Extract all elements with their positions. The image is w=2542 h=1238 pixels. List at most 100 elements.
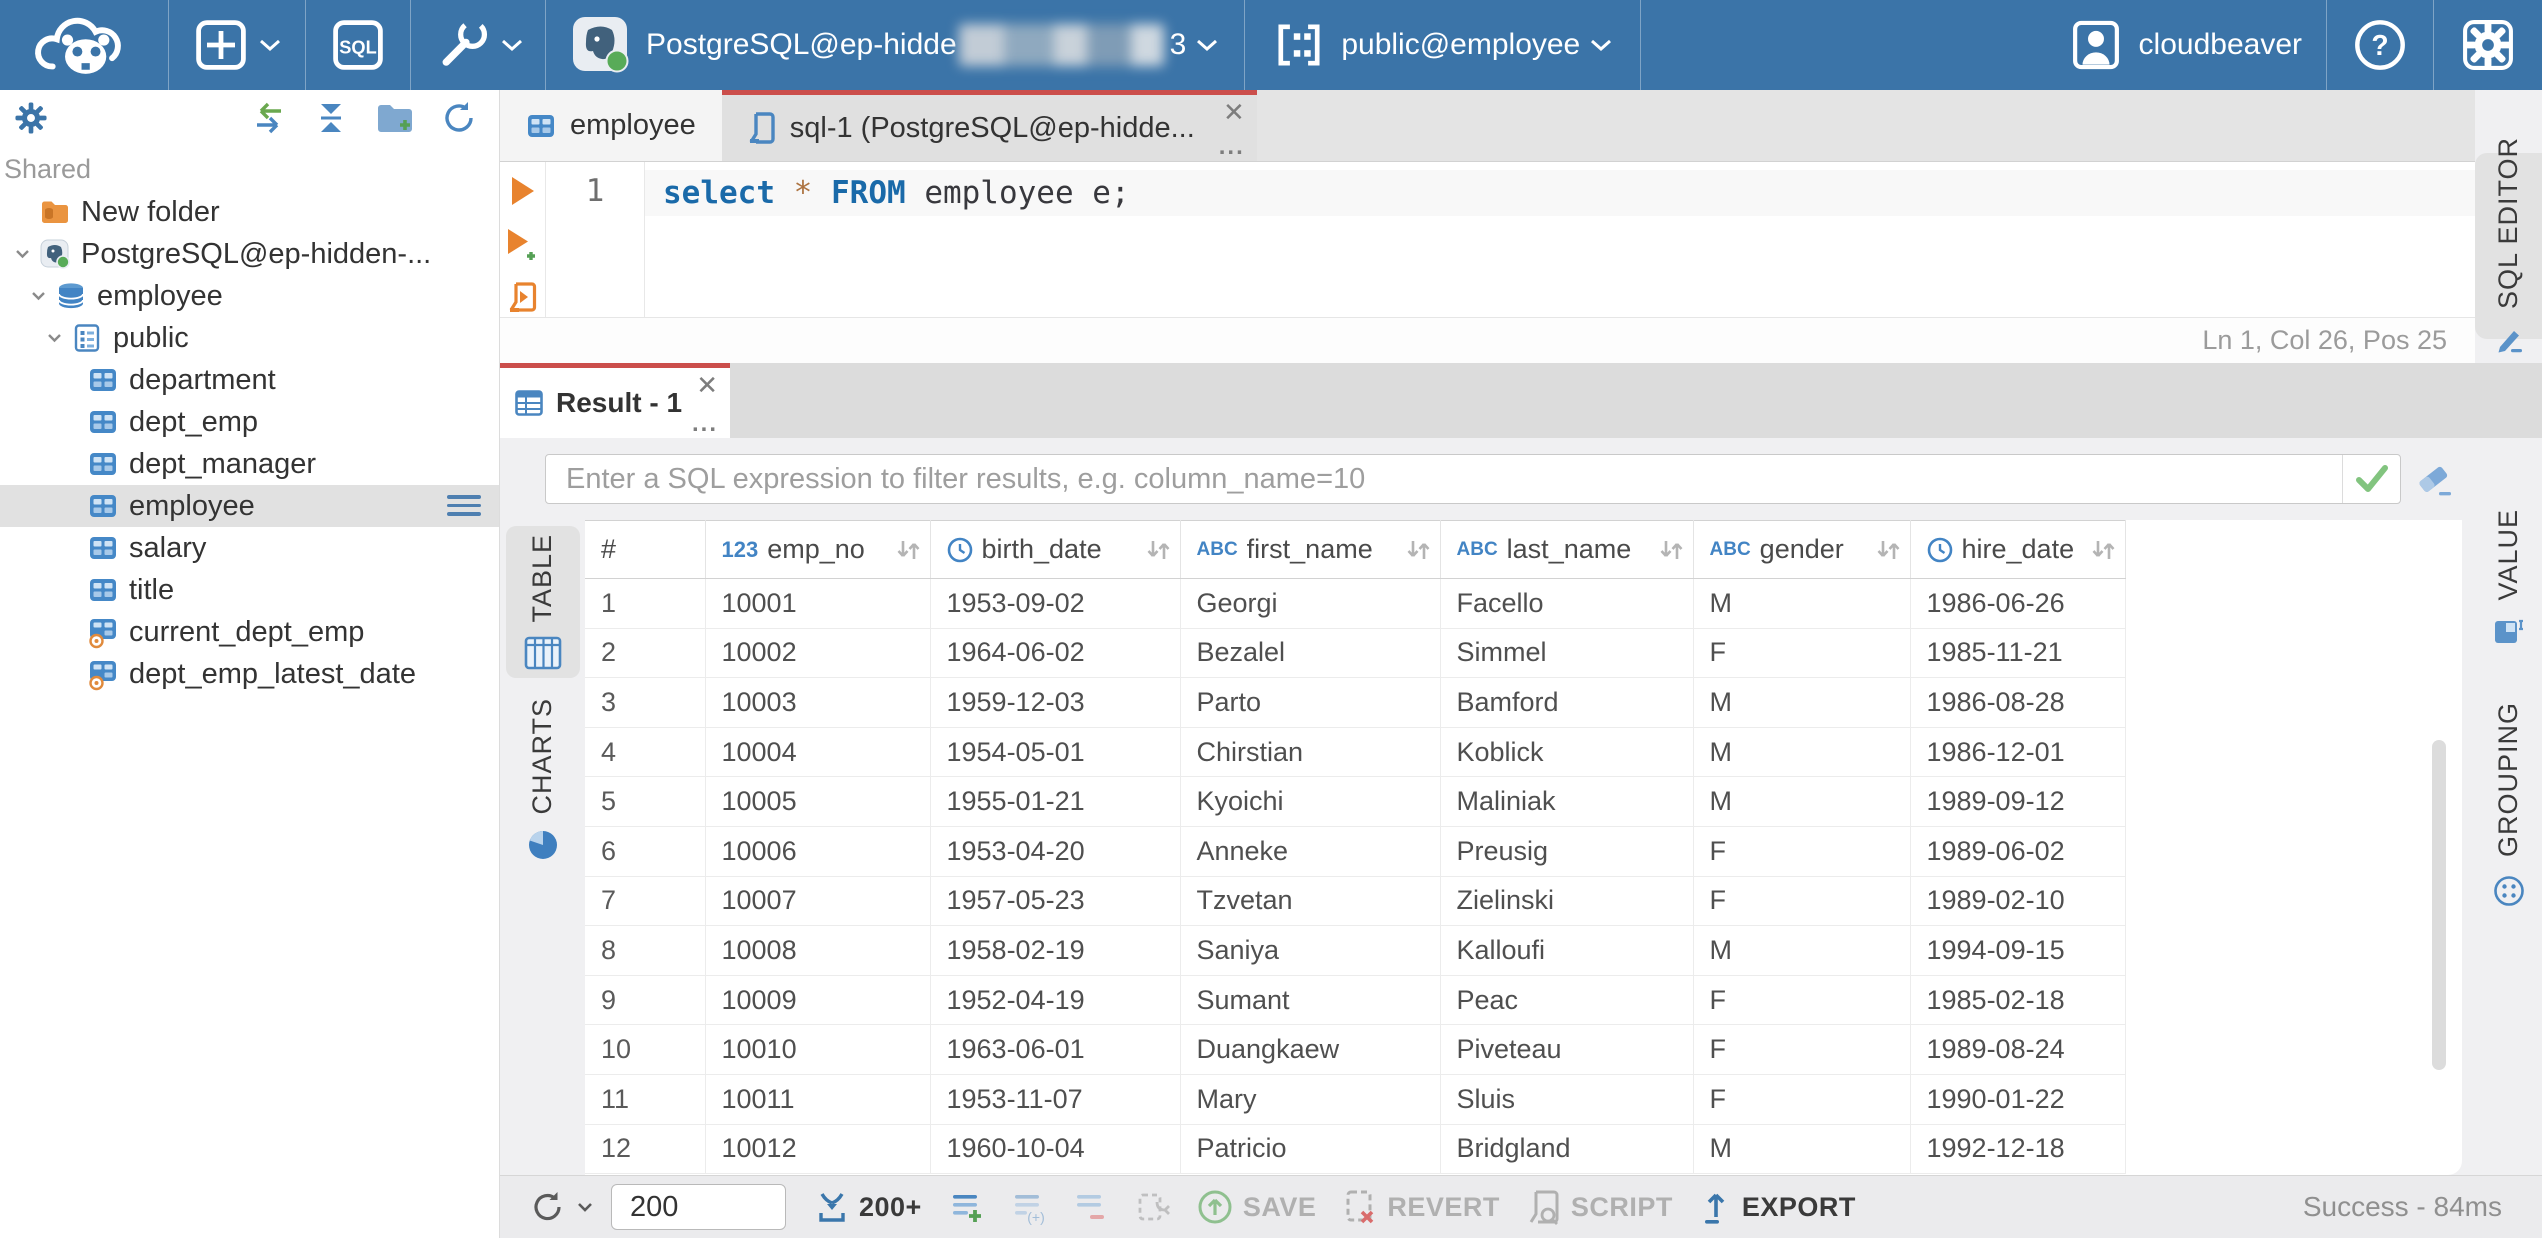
data-cell[interactable]: 10010 (705, 1024, 931, 1075)
data-cell[interactable]: F (1693, 628, 1911, 679)
data-cell[interactable]: Piveteau (1440, 1024, 1694, 1075)
clear-filter-button[interactable] (2405, 459, 2463, 499)
data-cell[interactable]: 10001 (705, 578, 931, 629)
sort-icon[interactable] (895, 538, 922, 562)
data-cell[interactable]: 1985-02-18 (1910, 975, 2126, 1026)
sync-with-editor-icon[interactable] (251, 102, 287, 134)
tree-item-menu-icon[interactable] (447, 495, 481, 516)
column-header-hire_date[interactable]: hire_date (1910, 520, 2126, 579)
schema-selector[interactable]: public@employee (1245, 0, 1640, 90)
column-header-emp_no[interactable]: 123 emp_no (705, 520, 931, 579)
data-cell[interactable]: F (1693, 1024, 1911, 1075)
data-cell[interactable]: M (1693, 727, 1911, 778)
right-tab-value[interactable]: VALUE (2475, 462, 2542, 694)
data-cell[interactable]: 10004 (705, 727, 931, 778)
data-cell[interactable]: Anneke (1180, 826, 1441, 877)
data-cell[interactable]: 10003 (705, 677, 931, 728)
data-cell[interactable]: 1960-10-04 (930, 1124, 1181, 1175)
refresh-result-button[interactable] (528, 1187, 593, 1227)
data-cell[interactable]: Facello (1440, 578, 1694, 629)
collapse-all-icon[interactable] (313, 101, 349, 135)
result-data-table[interactable]: #123 emp_no birth_date ABC first_name ABC last… (585, 520, 2126, 1175)
data-cell[interactable]: M (1693, 677, 1911, 728)
sort-icon[interactable] (1405, 538, 1432, 562)
tab-more-icon[interactable]: ... (692, 412, 718, 436)
presentation-tab-charts[interactable]: CHARTS (506, 698, 580, 860)
column-header-gender[interactable]: ABC gender (1693, 520, 1911, 579)
data-cell[interactable]: Simmel (1440, 628, 1694, 679)
tree-item-dept-emp[interactable]: dept_emp (0, 401, 499, 443)
tree-expand-chevron-icon[interactable] (37, 333, 72, 343)
tree-item-department[interactable]: department (0, 359, 499, 401)
script-button[interactable]: SCRIPT (1526, 1188, 1673, 1226)
code-line[interactable]: select * FROM employee e; (645, 170, 2475, 216)
new-connection-button[interactable] (169, 0, 305, 90)
right-tab-sql-editor[interactable]: SQL EDITOR (2475, 137, 2542, 353)
save-button[interactable]: SAVE (1196, 1188, 1317, 1226)
tree-item-salary[interactable]: salary (0, 527, 499, 569)
row-number-cell[interactable]: 2 (585, 628, 706, 679)
copy-special-button[interactable] (1134, 1189, 1170, 1225)
data-cell[interactable]: 10012 (705, 1124, 931, 1175)
data-cell[interactable]: 1953-11-07 (930, 1074, 1181, 1125)
revert-button[interactable]: REVERT (1342, 1188, 1500, 1226)
data-cell[interactable]: Maliniak (1440, 776, 1694, 827)
data-cell[interactable]: Saniya (1180, 925, 1441, 976)
data-cell[interactable]: 1989-09-12 (1910, 776, 2126, 827)
data-cell[interactable]: M (1693, 776, 1911, 827)
execute-query-icon[interactable] (510, 176, 536, 206)
data-cell[interactable]: 1958-02-19 (930, 925, 1181, 976)
data-cell[interactable]: 1986-08-28 (1910, 677, 2126, 728)
load-more-button[interactable]: 200+ (814, 1189, 922, 1225)
row-number-cell[interactable]: 12 (585, 1124, 706, 1175)
row-number-cell[interactable]: 1 (585, 578, 706, 629)
data-cell[interactable]: 1986-06-26 (1910, 578, 2126, 629)
driver-manager-button[interactable] (411, 0, 545, 90)
data-cell[interactable]: 10006 (705, 826, 931, 877)
data-cell[interactable]: Bezalel (1180, 628, 1441, 679)
data-cell[interactable]: Georgi (1180, 578, 1441, 629)
data-cell[interactable]: 1989-02-10 (1910, 876, 2126, 927)
tree-item-title[interactable]: title (0, 569, 499, 611)
data-cell[interactable]: 1990-01-22 (1910, 1074, 2126, 1125)
sort-icon[interactable] (1875, 538, 1902, 562)
data-cell[interactable]: Mary (1180, 1074, 1441, 1125)
apply-filter-button[interactable] (2342, 455, 2400, 503)
data-cell[interactable]: Preusig (1440, 826, 1694, 877)
add-row-button[interactable] (948, 1189, 984, 1225)
data-cell[interactable]: 1953-09-02 (930, 578, 1181, 629)
tree-item-new-folder[interactable]: New folder (0, 191, 499, 233)
data-cell[interactable]: F (1693, 876, 1911, 927)
data-cell[interactable]: 1959-12-03 (930, 677, 1181, 728)
delete-row-button[interactable] (1072, 1189, 1108, 1225)
editor-code-area[interactable]: select * FROM employee e; (645, 162, 2475, 317)
data-cell[interactable]: Bridgland (1440, 1124, 1694, 1175)
data-cell[interactable]: M (1693, 1124, 1911, 1175)
data-cell[interactable]: Peac (1440, 975, 1694, 1026)
fetch-size-input[interactable] (611, 1184, 786, 1230)
refresh-tree-icon[interactable] (441, 100, 477, 136)
data-cell[interactable]: 10008 (705, 925, 931, 976)
data-cell[interactable]: 1952-04-19 (930, 975, 1181, 1026)
row-number-cell[interactable]: 6 (585, 826, 706, 877)
data-cell[interactable]: 1992-12-18 (1910, 1124, 2126, 1175)
row-number-cell[interactable]: 11 (585, 1074, 706, 1125)
sort-icon[interactable] (1658, 538, 1685, 562)
data-cell[interactable]: Bamford (1440, 677, 1694, 728)
tab-result-1[interactable]: Result - 1 ✕ ... (500, 363, 731, 438)
execute-script-icon[interactable] (508, 282, 538, 314)
sidebar-settings-gear-icon[interactable] (12, 99, 50, 137)
tree-item-public[interactable]: public (0, 317, 499, 359)
row-number-cell[interactable]: 3 (585, 677, 706, 728)
tree-item-current-dept-emp[interactable]: current_dept_emp (0, 611, 499, 653)
data-cell[interactable]: Sumant (1180, 975, 1441, 1026)
data-cell[interactable]: 10011 (705, 1074, 931, 1125)
vertical-scrollbar[interactable] (2432, 740, 2446, 1070)
data-cell[interactable]: M (1693, 578, 1911, 629)
data-cell[interactable]: 1994-09-15 (1910, 925, 2126, 976)
tree-expand-chevron-icon[interactable] (21, 291, 56, 301)
data-cell[interactable]: 1954-05-01 (930, 727, 1181, 778)
data-cell[interactable]: F (1693, 826, 1911, 877)
data-cell[interactable]: Tzvetan (1180, 876, 1441, 927)
data-cell[interactable]: 1955-01-21 (930, 776, 1181, 827)
